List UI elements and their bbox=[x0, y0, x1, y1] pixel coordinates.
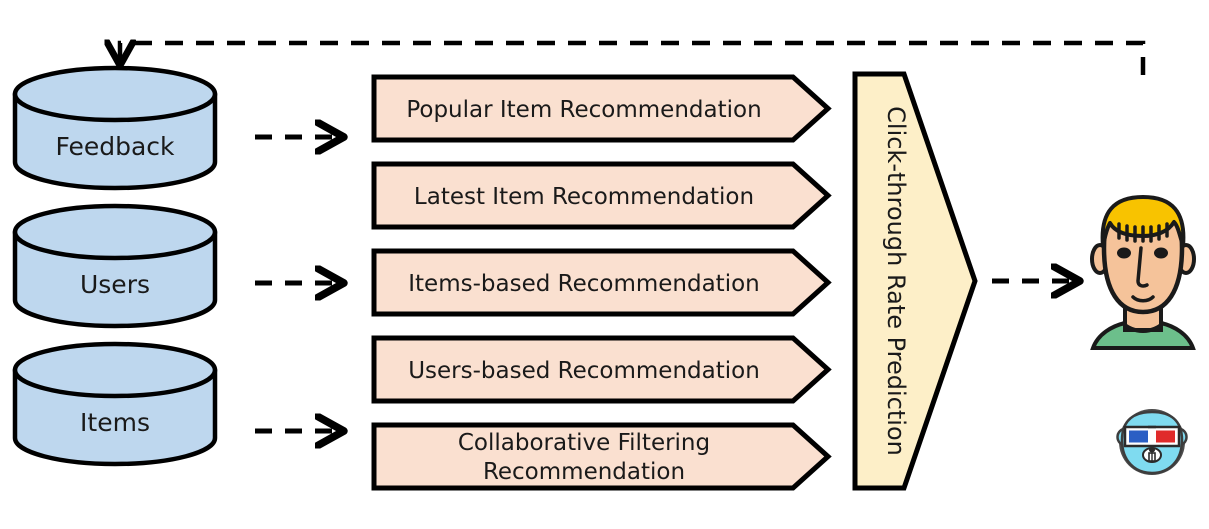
stage-click-through-rate-prediction-label: Click-through Rate Prediction bbox=[882, 106, 910, 456]
database-feedback-label: Feedback bbox=[55, 132, 175, 161]
recommender-popular-item[interactable]: Popular Item Recommendation bbox=[371, 74, 832, 143]
gorse-gopher-logo-icon[interactable] bbox=[1116, 409, 1188, 475]
diagram-canvas: Feedback Users Items Popular Item Recomm… bbox=[0, 0, 1209, 529]
recommender-items-based[interactable]: Items-based Recommendation bbox=[371, 248, 832, 317]
architecture-diagram: Feedback Users Items Popular Item Recomm… bbox=[12, 0, 1196, 491]
database-feedback[interactable]: Feedback bbox=[12, 65, 218, 191]
recommender-latest-item-label: Latest Item Recommendation bbox=[414, 184, 754, 210]
recommender-popular-item-label: Popular Item Recommendation bbox=[406, 97, 761, 123]
stage-click-through-rate-prediction[interactable]: Click-through Rate Prediction bbox=[852, 71, 978, 491]
database-items[interactable]: Items bbox=[12, 341, 218, 467]
database-items-label: Items bbox=[80, 408, 150, 437]
recommender-latest-item[interactable]: Latest Item Recommendation bbox=[371, 161, 832, 230]
database-users[interactable]: Users bbox=[12, 203, 218, 329]
recommender-users-based[interactable]: Users-based Recommendation bbox=[371, 335, 832, 404]
recommender-users-based-label: Users-based Recommendation bbox=[408, 358, 760, 384]
recommender-collaborative-filtering-label-line1: Collaborative Filtering bbox=[458, 430, 710, 456]
recommender-collaborative-filtering[interactable]: Collaborative Filtering Recommendation bbox=[371, 422, 832, 491]
end-user-avatar[interactable] bbox=[1090, 195, 1196, 350]
recommender-collaborative-filtering-label-line2: Recommendation bbox=[483, 459, 685, 485]
database-users-label: Users bbox=[80, 270, 150, 299]
recommender-items-based-label: Items-based Recommendation bbox=[408, 271, 759, 297]
hair-strands-icon bbox=[1117, 222, 1169, 243]
connector-user-feedback-loop bbox=[120, 43, 1146, 75]
